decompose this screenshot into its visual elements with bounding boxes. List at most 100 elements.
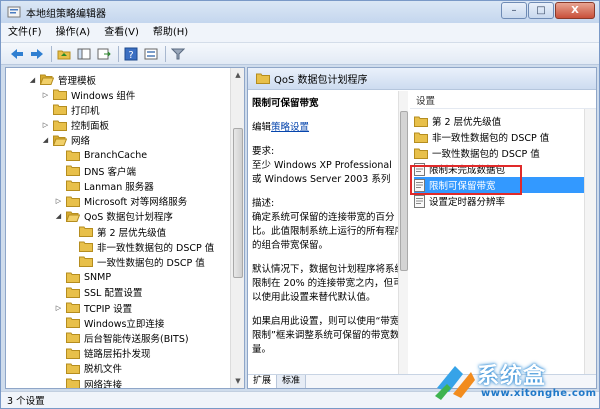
back-button[interactable] xyxy=(9,46,25,62)
annotation-highlight-box xyxy=(410,165,522,195)
tree-item[interactable]: ▷ TCPIP 设置 xyxy=(54,300,132,315)
collapsed-arrow-icon[interactable]: ▷ xyxy=(41,121,50,130)
folder-icon xyxy=(79,256,93,268)
collapsed-arrow-icon[interactable]: ▷ xyxy=(54,197,63,206)
tree-item[interactable]: SNMP xyxy=(54,270,111,285)
folder-icon xyxy=(79,226,93,237)
description-text: 确定系统可保留的连接带宽的百分比。此值限制系统上运行的所有程序的组合带宽保留。 xyxy=(252,212,405,251)
toolbar-separator xyxy=(165,45,166,62)
watermark-logo-icon xyxy=(435,366,475,400)
collapsed-arrow-icon[interactable]: ▷ xyxy=(54,303,63,312)
tree-item[interactable]: 网络连接 xyxy=(54,376,123,389)
console-tree-pane[interactable]: ▲ ▼ ◢ 管理模板 ▷ Windows 组件 打印机 ▷ 控制面板 ◢ 网络 BranchCac… xyxy=(5,67,245,389)
menu-file[interactable]: 文件(F) xyxy=(1,23,49,43)
tree-item[interactable]: 链路层拓扑发现 xyxy=(54,346,151,361)
scroll-up-arrow-icon[interactable]: ▲ xyxy=(231,68,244,82)
list-item-label: 设置定时器分辨率 xyxy=(429,197,506,208)
list-item[interactable]: 非一致性数据包的 DSCP 值 xyxy=(414,129,584,145)
collapsed-arrow-icon[interactable]: ▷ xyxy=(41,90,50,99)
edit-prefix: 编辑 xyxy=(252,122,272,133)
tree-item[interactable]: 非一致性数据包的 DSCP 值 xyxy=(67,239,214,254)
tree-item[interactable]: ▷ Microsoft 对等网络服务 xyxy=(54,194,187,209)
tree-item-label: DNS 客户端 xyxy=(84,166,136,178)
edit-policy-link[interactable]: 策略设置 xyxy=(271,122,309,133)
tree-item[interactable]: 后台智能传送服务(BITS) xyxy=(54,330,189,345)
export-list-button[interactable] xyxy=(96,46,112,62)
tree-item[interactable]: 脱机文件 xyxy=(54,361,122,376)
tree-item[interactable]: BranchCache xyxy=(54,148,147,163)
tree-item[interactable]: 一致性数据包的 DSCP 值 xyxy=(67,254,205,269)
menu-help[interactable]: 帮助(H) xyxy=(146,23,195,43)
up-folder-icon xyxy=(57,50,71,59)
tree-item[interactable]: Windows立即连接 xyxy=(54,315,164,330)
tree-item[interactable]: ▷ 控制面板 xyxy=(41,118,109,133)
tree-item-label: 网络连接 xyxy=(84,379,123,389)
default-text: 默认情况下，数据包计划程序将系统限制在 20% 的连接带宽之内，但可以使用此设置… xyxy=(252,264,405,303)
menu-bar: 文件(F) 操作(A) 查看(V) 帮助(H) xyxy=(1,23,599,43)
tab-extended[interactable]: 扩展 xyxy=(248,375,278,388)
folder-icon xyxy=(53,89,67,101)
open-folder-icon xyxy=(52,135,68,146)
settings-column-header[interactable]: 设置 xyxy=(410,91,596,109)
tree-item[interactable]: ◢ QoS 数据包计划程序 xyxy=(54,209,173,224)
tree-item-label: 控制面板 xyxy=(71,121,110,133)
toolbar: ? xyxy=(1,43,599,65)
tree-item[interactable]: SSL 配置设置 xyxy=(54,285,142,300)
maximize-button[interactable]: □ xyxy=(528,2,554,19)
tree-item-label: SSL 配置设置 xyxy=(84,288,143,300)
tree-vertical-scrollbar[interactable]: ▲ ▼ xyxy=(230,68,244,388)
status-text: 3 个设置 xyxy=(7,396,45,407)
minimize-button[interactable]: – xyxy=(501,2,527,19)
close-button[interactable]: X xyxy=(555,2,595,19)
expanded-arrow-icon[interactable]: ◢ xyxy=(54,212,63,221)
tree-item[interactable]: DNS 客户端 xyxy=(54,163,136,178)
expanded-arrow-icon[interactable]: ◢ xyxy=(28,75,37,84)
properties-icon xyxy=(144,48,158,59)
description-scrollbar[interactable] xyxy=(398,91,408,374)
tree-item[interactable]: 打印机 xyxy=(41,102,100,117)
tree-item[interactable]: ◢ 网络 xyxy=(41,133,90,148)
up-folder-button[interactable] xyxy=(56,46,72,62)
site-watermark: 系统盒 www.xitonghe.com xyxy=(433,356,597,406)
folder-icon xyxy=(66,302,80,313)
forward-button[interactable] xyxy=(29,46,45,62)
tree-scroll-thumb[interactable] xyxy=(233,128,243,278)
menu-view[interactable]: 查看(V) xyxy=(97,23,146,43)
description-scroll-thumb[interactable] xyxy=(400,111,408,271)
details-header-title: QoS 数据包计划程序 xyxy=(274,75,368,86)
edit-policy-line: 编辑策略设置 xyxy=(252,121,404,135)
show-hide-tree-button[interactable] xyxy=(76,46,92,62)
description-label: 描述: xyxy=(252,198,275,209)
properties-button[interactable] xyxy=(143,46,159,62)
menu-action[interactable]: 操作(A) xyxy=(49,23,98,43)
folder-icon xyxy=(79,241,93,253)
settings-list-scrollbar[interactable] xyxy=(584,109,596,374)
help-button[interactable]: ? xyxy=(123,46,139,62)
title-bar[interactable]: 本地组策略编辑器 – □ X xyxy=(1,1,599,23)
tree-item-label: 管理模板 xyxy=(58,75,97,87)
tree-item[interactable]: ◢ 管理模板 xyxy=(28,72,96,87)
expanded-arrow-icon[interactable]: ◢ xyxy=(41,136,50,145)
tree-item[interactable]: 第 2 层优先级值 xyxy=(67,224,166,239)
filter-icon xyxy=(171,48,185,59)
scroll-down-arrow-icon[interactable]: ▼ xyxy=(231,374,244,388)
tree-item[interactable]: Lanman 服务器 xyxy=(54,178,154,193)
list-item[interactable]: 设置定时器分辨率 xyxy=(414,193,584,209)
window-title: 本地组策略编辑器 xyxy=(26,8,106,20)
export-list-icon xyxy=(97,48,111,59)
svg-text:?: ? xyxy=(128,50,133,61)
list-item-label: 非一致性数据包的 DSCP 值 xyxy=(432,133,550,144)
tab-standard[interactable]: 标准 xyxy=(277,375,307,388)
list-item[interactable]: 一致性数据包的 DSCP 值 xyxy=(414,145,584,161)
filter-button[interactable] xyxy=(170,46,186,62)
list-item[interactable]: 第 2 层优先级值 xyxy=(414,113,584,129)
tree-item-label: 链路层拓扑发现 xyxy=(84,349,151,361)
tree-item[interactable]: ▷ Windows 组件 xyxy=(41,87,135,102)
